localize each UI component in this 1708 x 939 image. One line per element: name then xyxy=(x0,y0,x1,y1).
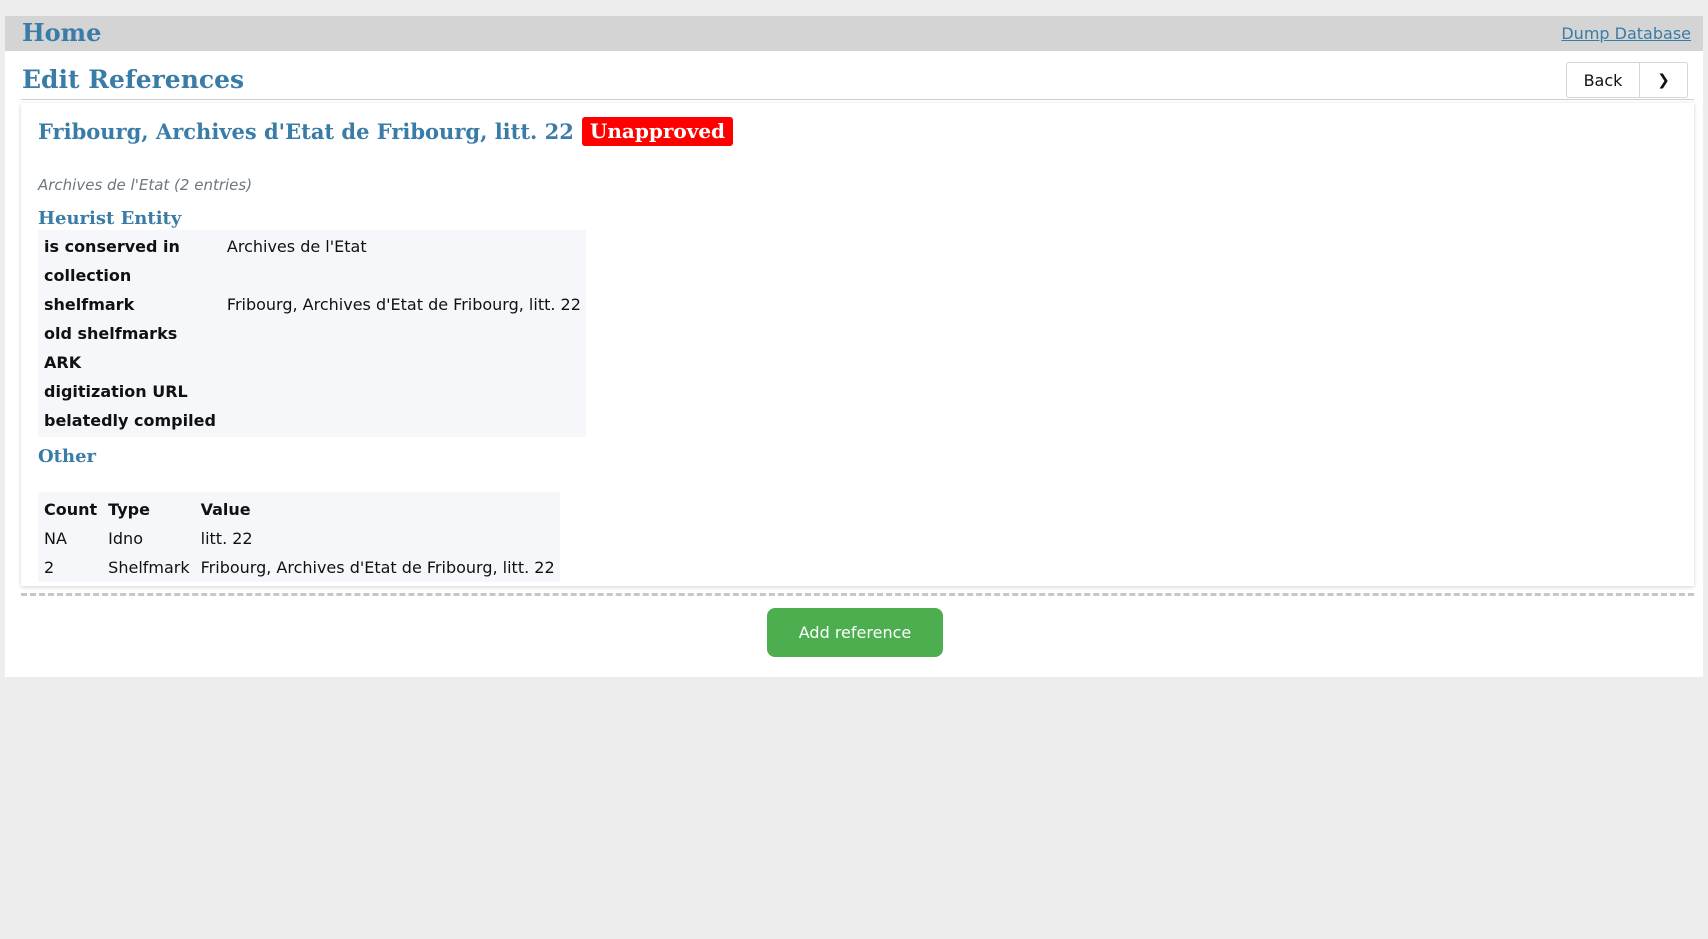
cell-count: NA xyxy=(44,529,67,548)
entity-row: is conserved in Archives de l'Etat xyxy=(38,230,586,261)
entity-field-value xyxy=(221,348,586,377)
cell-value: litt. 22 xyxy=(200,529,253,548)
column-header-value: Value xyxy=(200,500,251,519)
record-title-row: Fribourg, Archives d'Etat de Fribourg, l… xyxy=(38,117,734,146)
home-link[interactable]: Home xyxy=(22,18,101,47)
entity-field-label: shelfmark xyxy=(44,295,135,314)
other-table: Count Type Value NA Idno litt. 22 2 Shel… xyxy=(38,492,560,582)
entity-field-value xyxy=(221,319,586,348)
back-button[interactable]: Back xyxy=(1566,62,1640,98)
add-reference-button[interactable]: Add reference xyxy=(767,608,943,657)
entity-field-value xyxy=(221,261,586,290)
other-heading: Other xyxy=(38,446,97,467)
entity-row: shelfmark Fribourg, Archives d'Etat de Fr… xyxy=(38,290,586,319)
entity-field-label: digitization URL xyxy=(44,382,188,401)
cell-count: 2 xyxy=(44,558,55,577)
entity-row: ARK xyxy=(38,348,586,377)
cell-value: Fribourg, Archives d'Etat de Fribourg, l… xyxy=(200,558,555,577)
heurist-entity-table: is conserved in Archives de l'Etat collect… xyxy=(38,230,586,437)
entity-field-value: Fribourg, Archives d'Etat de Fribourg, l… xyxy=(226,295,581,314)
nav-button-group: Back ❯ xyxy=(1566,62,1688,98)
cell-type: Idno xyxy=(108,529,143,548)
entity-field-value: Archives de l'Etat xyxy=(226,237,367,256)
record-subtitle: Archives de l'Etat (2 entries) xyxy=(38,176,253,194)
entity-row: belatedly compiled xyxy=(38,406,586,437)
entity-field-value xyxy=(221,377,586,406)
table-row: 2 Shelfmark Fribourg, Archives d'Etat de… xyxy=(38,553,560,582)
entity-field-value xyxy=(221,406,586,437)
entity-field-label: belatedly compiled xyxy=(44,411,216,430)
entity-row: old shelfmarks xyxy=(38,319,586,348)
page-container: Home Dump Database Edit References Back … xyxy=(5,16,1703,677)
dump-database-link[interactable]: Dump Database xyxy=(1561,24,1691,43)
entity-field-label: old shelfmarks xyxy=(44,324,178,343)
column-header-type: Type xyxy=(108,500,150,519)
entity-row: collection xyxy=(38,261,586,290)
next-button[interactable]: ❯ xyxy=(1640,62,1688,98)
page-title: Edit References xyxy=(22,65,245,94)
header-divider xyxy=(21,99,1694,100)
entity-row: digitization URL xyxy=(38,377,586,406)
entity-field-label: collection xyxy=(44,266,132,285)
entity-field-label: ARK xyxy=(44,353,82,372)
status-badge: Unapproved xyxy=(581,117,734,146)
cell-type: Shelfmark xyxy=(108,558,190,577)
other-table-header-row: Count Type Value xyxy=(38,492,560,524)
reference-card: Fribourg, Archives d'Etat de Fribourg, l… xyxy=(21,103,1694,586)
heurist-entity-heading: Heurist Entity xyxy=(38,208,182,229)
table-row: NA Idno litt. 22 xyxy=(38,524,560,553)
column-header-count: Count xyxy=(44,500,98,519)
entity-field-label: is conserved in xyxy=(44,237,180,256)
record-title: Fribourg, Archives d'Etat de Fribourg, l… xyxy=(38,119,574,144)
section-divider xyxy=(21,593,1694,596)
top-bar: Home Dump Database xyxy=(5,16,1703,51)
